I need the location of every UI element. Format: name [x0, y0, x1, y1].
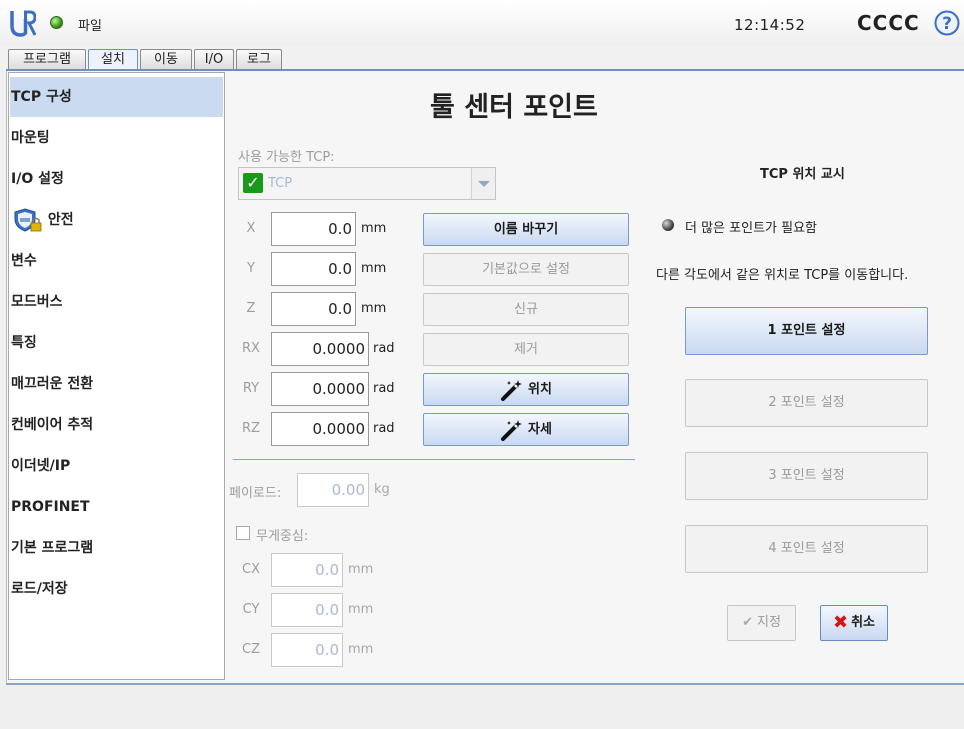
axis-label-cy: CY [242, 602, 260, 617]
set-point-4-button[interactable]: 4 포인트 설정 [685, 525, 928, 573]
tab-io[interactable]: I/O [194, 49, 234, 70]
magic-wand-icon [501, 419, 523, 441]
sidebar: TCP 구성 마운팅 I/O 설정 안전 변수 모드버스 특징 매끄러운 전환 … [8, 72, 225, 680]
sidebar-item-conveyor[interactable]: 컨베이어 추적 [10, 405, 223, 445]
axis-label-rx: RX [242, 341, 260, 356]
apply-label: 지정 [756, 615, 781, 630]
x-field[interactable]: 0.0 [271, 212, 356, 246]
selected-tcp: TCP [268, 176, 293, 191]
check-icon: ✓ [243, 173, 263, 193]
robot-name: CCCC [857, 11, 920, 35]
cy-unit: mm [348, 602, 374, 617]
cz-unit: mm [348, 642, 374, 657]
chevron-down-icon [478, 181, 490, 187]
orientation-label: 자세 [528, 422, 552, 437]
axis-label-cx: CX [242, 562, 260, 577]
footer-bar [0, 685, 964, 729]
file-menu[interactable]: 파일 [78, 15, 102, 34]
axis-label-x: X [246, 221, 256, 236]
magic-wand-icon [501, 379, 523, 401]
payload-unit: kg [374, 482, 390, 497]
rx-field[interactable]: 0.0000 [271, 332, 369, 366]
cancel-label: 취소 [851, 615, 875, 630]
check-icon: ✔ [742, 615, 753, 630]
axis-label-rz: RZ [242, 421, 260, 436]
dropdown-toggle[interactable] [471, 168, 495, 199]
set-point-2-button[interactable]: 2 포인트 설정 [685, 379, 928, 427]
x-unit: mm [361, 221, 387, 236]
cy-field[interactable]: 0.0 [271, 593, 343, 627]
sidebar-item-tcp[interactable]: TCP 구성 [10, 77, 223, 117]
set-point-1-button[interactable]: 1 포인트 설정 [685, 307, 928, 355]
sidebar-item-smooth-transition[interactable]: 매끄러운 전환 [10, 364, 223, 404]
status-indicator-icon [662, 219, 674, 231]
close-icon: ✖ [832, 612, 849, 633]
tab-move[interactable]: 이동 [140, 49, 192, 70]
sidebar-item-modbus[interactable]: 모드버스 [10, 282, 223, 322]
top-bar [0, 0, 964, 46]
y-unit: mm [361, 261, 387, 276]
ry-field[interactable]: 0.0000 [271, 372, 369, 406]
axis-label-cz: CZ [242, 642, 260, 657]
axis-label-y: Y [247, 261, 255, 276]
section-divider [233, 459, 635, 460]
tab-log[interactable]: 로그 [236, 49, 282, 70]
rx-unit: rad [373, 341, 395, 356]
svg-text:?: ? [942, 14, 952, 34]
cz-field[interactable]: 0.0 [271, 633, 343, 667]
sidebar-item-variables[interactable]: 변수 [10, 241, 223, 281]
cx-field[interactable]: 0.0 [271, 553, 343, 587]
axis-label-ry: RY [242, 381, 260, 396]
sidebar-item-profinet[interactable]: PROFINET [10, 487, 223, 527]
tab-bar: 프로그램 설치 이동 I/O 로그 [0, 46, 964, 71]
page-title: 툴 센터 포인트 [430, 92, 598, 123]
payload-field[interactable]: 0.00 [297, 473, 369, 507]
new-tcp-button[interactable]: 신규 [423, 293, 629, 326]
cancel-button[interactable]: ✖ 취소 [820, 605, 888, 641]
z-unit: mm [361, 301, 387, 316]
sidebar-item-mounting[interactable]: 마운팅 [10, 118, 223, 158]
tab-installation[interactable]: 설치 [88, 49, 138, 71]
apply-button[interactable]: ✔ 지정 [727, 605, 796, 641]
status-indicator [50, 16, 63, 29]
sidebar-item-load-save[interactable]: 로드/저장 [10, 569, 223, 609]
sidebar-item-features[interactable]: 특징 [10, 323, 223, 363]
axis-label-z: Z [246, 301, 256, 316]
rz-unit: rad [373, 421, 395, 436]
tab-program[interactable]: 프로그램 [8, 49, 86, 70]
position-wizard-button[interactable]: 위치 [423, 373, 629, 406]
teach-title: TCP 위치 교시 [760, 167, 845, 182]
position-label: 위치 [528, 382, 552, 397]
sidebar-item-safety[interactable]: 안전 [10, 200, 223, 240]
tab-underline [6, 69, 964, 71]
cx-unit: mm [348, 562, 374, 577]
rename-button[interactable]: 이름 바꾸기 [423, 213, 629, 246]
ur-logo [10, 10, 36, 37]
teach-status: 더 많은 포인트가 필요함 [685, 221, 817, 236]
remove-tcp-button[interactable]: 제거 [423, 333, 629, 366]
set-point-3-button[interactable]: 3 포인트 설정 [685, 452, 928, 500]
set-default-button[interactable]: 기본값으로 설정 [423, 253, 629, 286]
help-icon[interactable]: ? [934, 10, 960, 36]
tcp-select[interactable]: ✓ TCP [238, 167, 496, 200]
safety-shield-icon [14, 208, 42, 232]
teach-instruction: 다른 각도에서 같은 위치로 TCP를 이동합니다. [656, 268, 909, 283]
sidebar-item-label: 안전 [47, 212, 74, 228]
sidebar-item-default-program[interactable]: 기본 프로그램 [10, 528, 223, 568]
cog-checkbox[interactable] [236, 526, 250, 540]
sidebar-item-io-setup[interactable]: I/O 설정 [10, 159, 223, 199]
z-field[interactable]: 0.0 [271, 292, 356, 326]
sidebar-item-ethernet-ip[interactable]: 이더넷/IP [10, 446, 223, 486]
y-field[interactable]: 0.0 [271, 252, 356, 286]
available-tcp-label: 사용 가능한 TCP: [238, 150, 335, 165]
rz-field[interactable]: 0.0000 [271, 412, 369, 446]
clock: 12:14:52 [734, 16, 806, 34]
cog-label: 무게중심: [256, 529, 309, 544]
orientation-wizard-button[interactable]: 자세 [423, 413, 629, 446]
ry-unit: rad [373, 381, 395, 396]
payload-label: 페이로드: [229, 486, 282, 501]
